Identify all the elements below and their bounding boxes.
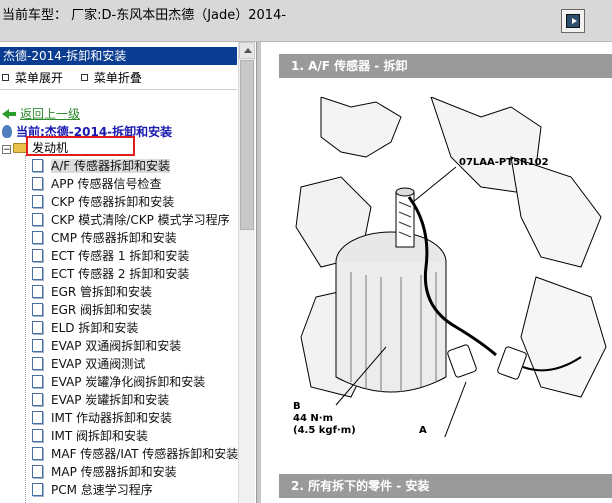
menu-collapse-button[interactable]: 菜单折叠	[80, 69, 142, 86]
document-icon	[32, 465, 43, 478]
document-icon	[32, 267, 43, 280]
tree-item-label: CKP 模式清除/CKP 模式学习程序	[51, 213, 230, 227]
document-icon	[32, 321, 43, 334]
exit-button[interactable]	[561, 9, 585, 33]
part-a-label: A	[419, 425, 427, 436]
navigation-panel: 杰德-2014-拆卸和安装 菜单展开 菜单折叠 返回上一级 当前:杰德-2014…	[0, 42, 256, 503]
tree-item-label: EVAP 炭罐拆卸和安装	[51, 393, 170, 407]
tree-item-label: ELD 拆卸和安装	[51, 321, 139, 335]
document-icon	[32, 249, 43, 262]
document-icon	[32, 303, 43, 316]
tree-item[interactable]: CMP 传感器拆卸和安装	[32, 229, 238, 247]
tree-item[interactable]: MAP 传感器拆卸和安装	[32, 463, 238, 481]
document-icon	[32, 195, 43, 208]
tree-item-label: IMT 作动器拆卸和安装	[51, 411, 173, 425]
document-icon	[32, 231, 43, 244]
document-icon	[32, 429, 43, 442]
section-header-removal: 1. A/F 传感器 - 拆卸	[279, 54, 612, 78]
tree-scrollbar[interactable]	[238, 42, 255, 503]
document-icon	[32, 447, 43, 460]
section-header-install: 2. 所有拆下的零件 - 安装	[279, 474, 612, 498]
tree-item-label: APP 传感器信号检查	[51, 177, 162, 191]
document-icon	[32, 339, 43, 352]
part-b-label: B	[293, 401, 301, 412]
tree-item[interactable]: EGR 阀拆卸和安装	[32, 301, 238, 319]
tree-item[interactable]: IMT 阀拆卸和安装	[32, 427, 238, 445]
document-icon	[32, 411, 43, 424]
tree-item-label: MAP 传感器拆卸和安装	[51, 465, 177, 479]
tree-item[interactable]: MAF 传感器/IAT 传感器拆卸和安装	[32, 445, 238, 463]
tree-item-label: ECT 传感器 2 拆卸和安装	[51, 267, 190, 281]
document-icon	[32, 393, 43, 406]
document-icon	[32, 285, 43, 298]
tree-item[interactable]: EVAP 双通阀测试	[32, 355, 238, 373]
document-icon	[32, 357, 43, 370]
back-link-label: 返回上一级	[20, 107, 81, 121]
document-icon	[32, 483, 43, 496]
tree-item[interactable]: EVAP 双通阀拆卸和安装	[32, 337, 238, 355]
expand-collapse-bar: 菜单展开 菜单折叠	[2, 69, 156, 86]
tree-guide-line	[25, 155, 27, 503]
folder-open-icon	[13, 143, 27, 153]
square-bullet-icon	[2, 74, 9, 81]
tree-header: 杰德-2014-拆卸和安装	[0, 47, 237, 65]
collapse-minus-icon[interactable]: −	[2, 145, 11, 155]
tree-item[interactable]: PCM 怠速学习程序	[32, 481, 238, 499]
tree-item-list: A/F 传感器拆卸和安装 APP 传感器信号检查 CKP 传感器拆卸和安装 CKP 模…	[32, 157, 238, 499]
content-panel: 1. A/F 传感器 - 拆卸 07LAA-PT5R102 B 44 N·m (…	[261, 42, 612, 503]
menu-expand-button[interactable]: 菜单展开	[2, 69, 63, 86]
back-link[interactable]: 返回上一级	[2, 105, 80, 122]
tree-item[interactable]: EGR 管拆卸和安装	[32, 283, 238, 301]
tree-item[interactable]: ECT 传感器 2 拆卸和安装	[32, 265, 238, 283]
torque-nm-label: 44 N·m	[293, 413, 333, 424]
tree-item[interactable]: IMT 作动器拆卸和安装	[32, 409, 238, 427]
tree-item-label: CMP 传感器拆卸和安装	[51, 231, 177, 245]
menu-expand-label: 菜单展开	[15, 71, 64, 85]
menu-collapse-label: 菜单折叠	[93, 71, 142, 85]
document-icon	[32, 375, 43, 388]
tree-item[interactable]: CKP 模式清除/CKP 模式学习程序	[32, 211, 238, 229]
tree-item[interactable]: APP 传感器信号检查	[32, 175, 238, 193]
tree-item[interactable]: ECT 传感器 1 拆卸和安装	[32, 247, 238, 265]
document-icon	[32, 177, 43, 190]
tree-item-label: A/F 传感器拆卸和安装	[51, 159, 170, 173]
location-icon	[2, 125, 12, 138]
tool-code-label: 07LAA-PT5R102	[459, 157, 549, 168]
af-sensor-diagram: 07LAA-PT5R102 B 44 N·m (4.5 kgf·m) A	[281, 96, 612, 448]
scroll-thumb[interactable]	[240, 60, 254, 230]
tree-item[interactable]: CKP 传感器拆卸和安装	[32, 193, 238, 211]
tree-item-label: EVAP 双通阀测试	[51, 357, 146, 371]
document-icon	[32, 159, 43, 172]
exit-arrow-icon	[566, 14, 580, 28]
af-sensor-illustration: 07LAA-PT5R102 B 44 N·m (4.5 kgf·m) A	[293, 96, 607, 448]
divider-line	[0, 89, 237, 90]
title-bar: 当前车型： 厂家:D-东风本田杰德（Jade）2014-	[0, 0, 612, 42]
tree-item-label: IMT 阀拆卸和安装	[51, 429, 149, 443]
tree-item-label: MAF 传感器/IAT 传感器拆卸和安装	[51, 447, 238, 461]
torque-kgf-label: (4.5 kgf·m)	[293, 425, 356, 436]
tree-item[interactable]: EVAP 炭罐拆卸和安装	[32, 391, 238, 409]
tree-item-label: EVAP 炭罐净化阀拆卸和安装	[51, 375, 206, 389]
document-icon	[32, 213, 43, 226]
tree-item-label: EGR 阀拆卸和安装	[51, 303, 153, 317]
highlight-box	[26, 136, 135, 156]
tree-item[interactable]: EVAP 炭罐净化阀拆卸和安装	[32, 373, 238, 391]
scroll-up-arrow-icon[interactable]	[239, 42, 255, 59]
tree-item-label: CKP 传感器拆卸和安装	[51, 195, 175, 209]
tree-item[interactable]: A/F 传感器拆卸和安装	[32, 157, 238, 175]
square-bullet-icon	[80, 74, 88, 81]
tree-item-label: EVAP 双通阀拆卸和安装	[51, 339, 182, 353]
back-arrow-icon	[2, 109, 16, 119]
tree-item-label: ECT 传感器 1 拆卸和安装	[51, 249, 190, 263]
tree-item-label: EGR 管拆卸和安装	[51, 285, 153, 299]
tree-item-label: PCM 怠速学习程序	[51, 483, 153, 497]
vehicle-title: 当前车型： 厂家:D-东风本田杰德（Jade）2014-	[2, 8, 287, 23]
tree-item[interactable]: ELD 拆卸和安装	[32, 319, 238, 337]
